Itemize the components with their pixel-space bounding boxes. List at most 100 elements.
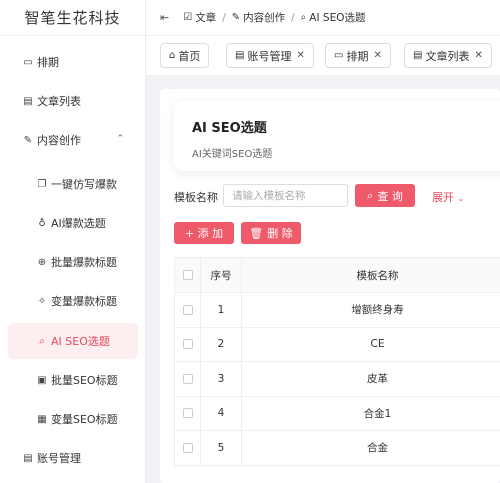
row-template-name: CE bbox=[241, 326, 500, 362]
chevron-up-icon: ⌃ bbox=[116, 134, 124, 144]
search-icon: ⌕ bbox=[39, 335, 45, 347]
sidebar-item-content-creation[interactable]: ✎ 内容创作 ⌃ bbox=[8, 122, 138, 158]
tabs-bar: ⌂ 首页 ▤ 账号管理 ✕ ▭ 排期 ✕ ▤ 文章列表 ✕ bbox=[146, 36, 500, 76]
edit-icon: ☑ bbox=[183, 12, 193, 23]
search-icon: ⌕ bbox=[300, 12, 307, 23]
top-header: ⇤ ☑ 文章 / ✎ 内容创作 / ⌕ AI SEO选题 bbox=[146, 0, 500, 36]
table-row[interactable]: 2 CE bbox=[174, 326, 500, 362]
sidebar-item-schedule[interactable]: ▭ 排期 bbox=[8, 44, 138, 80]
table-row[interactable]: 5 合金 bbox=[174, 430, 500, 466]
tab-home[interactable]: ⌂ 首页 bbox=[160, 43, 210, 68]
calendar-icon: ▭ bbox=[23, 56, 33, 68]
magic-icon: ✧ bbox=[37, 295, 47, 307]
row-checkbox[interactable] bbox=[182, 304, 193, 315]
sidebar-item-label: 批量爆款标题 bbox=[51, 256, 117, 269]
template-name-input[interactable] bbox=[223, 184, 348, 207]
sidebar-item-account-management[interactable]: ▤ 账号管理 bbox=[8, 440, 138, 476]
row-select-cell[interactable] bbox=[174, 395, 201, 431]
row-template-name: 合金 bbox=[241, 430, 500, 466]
home-icon: ⌂ bbox=[169, 50, 176, 61]
row-template-name: 增额终身寿 bbox=[241, 292, 500, 328]
breadcrumb: ☑ 文章 / ✎ 内容创作 / ⌕ AI SEO选题 bbox=[183, 10, 365, 25]
row-checkbox[interactable] bbox=[182, 408, 193, 419]
sidebar-item-label: 内容创作 bbox=[37, 134, 81, 147]
pen-icon: ✎ bbox=[231, 12, 241, 23]
sidebar: 智笔生花科技 ▭ 排期 ▤ 文章列表 ✎ 内容创作 ⌃ ❐ 一键仿写爆款 ♁ A… bbox=[0, 0, 146, 483]
plus-circle-icon: ⊕ bbox=[37, 256, 47, 268]
sidebar-item-label: 排期 bbox=[37, 56, 59, 69]
app-logo-title: 智笔生花科技 bbox=[0, 0, 145, 36]
row-checkbox[interactable] bbox=[182, 373, 193, 384]
row-index: 5 bbox=[200, 430, 242, 466]
copy-icon: ❐ bbox=[37, 178, 47, 190]
delete-button[interactable]: 🗑 删 除 bbox=[241, 222, 301, 244]
row-select-cell[interactable] bbox=[174, 326, 201, 362]
row-index: 3 bbox=[200, 361, 242, 397]
sidebar-item-label: 一键仿写爆款 bbox=[51, 178, 117, 191]
breadcrumb-separator: / bbox=[222, 11, 226, 24]
sidebar-item-label: AI SEO选题 bbox=[51, 335, 110, 348]
main-content: AI SEO选题 AI关键词SEO选题 模板名称 ⌕ 查 询 展开 ⌄ + 添 … bbox=[160, 89, 500, 483]
sidebar-item-variable-hit-title[interactable]: ✧ 变量爆款标题 bbox=[8, 283, 138, 319]
expand-label: 展开 bbox=[432, 191, 454, 204]
sidebar-item-variable-seo-title[interactable]: ▦ 变量SEO标题 bbox=[8, 401, 138, 437]
tab-account-management[interactable]: ▤ 账号管理 ✕ bbox=[226, 43, 314, 68]
close-icon[interactable]: ✕ bbox=[296, 50, 304, 61]
tab-label: 排期 bbox=[346, 49, 369, 63]
row-select-cell[interactable] bbox=[174, 430, 201, 466]
sidebar-item-label: 变量SEO标题 bbox=[51, 413, 118, 426]
close-icon[interactable]: ✕ bbox=[474, 50, 482, 61]
collapse-sidebar-icon[interactable]: ⇤ bbox=[160, 11, 169, 24]
chevron-down-icon: ⌄ bbox=[457, 194, 465, 203]
row-index: 4 bbox=[200, 395, 242, 431]
delete-button-label: 删 除 bbox=[267, 227, 293, 240]
sidebar-item-copy-hit[interactable]: ❐ 一键仿写爆款 bbox=[8, 166, 138, 202]
column-header-template-name: 模板名称 bbox=[241, 257, 500, 293]
select-all-cell[interactable] bbox=[174, 257, 201, 293]
trash-icon: 🗑 bbox=[249, 226, 264, 240]
page-title: AI SEO选题 bbox=[192, 121, 267, 136]
expand-toggle[interactable]: 展开 ⌄ bbox=[432, 189, 464, 205]
table-row[interactable]: 3 皮革 bbox=[174, 361, 500, 397]
row-select-cell[interactable] bbox=[174, 361, 201, 397]
sidebar-item-article-list[interactable]: ▤ 文章列表 bbox=[8, 83, 138, 119]
breadcrumb-item[interactable]: 内容创作 bbox=[243, 10, 285, 25]
sidebar-item-batch-hit-title[interactable]: ⊕ 批量爆款标题 bbox=[8, 244, 138, 280]
sidebar-item-ai-seo-topic[interactable]: ⌕ AI SEO选题 bbox=[8, 323, 138, 359]
page-subtitle: AI关键词SEO选题 bbox=[192, 149, 273, 160]
row-index: 2 bbox=[200, 326, 242, 362]
select-all-checkbox[interactable] bbox=[182, 270, 193, 280]
breadcrumb-item[interactable]: 文章 bbox=[195, 10, 216, 25]
sidebar-item-label: 文章列表 bbox=[37, 95, 81, 108]
table-row[interactable]: 1 增额终身寿 bbox=[174, 292, 500, 328]
add-button-label: + 添 加 bbox=[184, 227, 224, 240]
row-checkbox[interactable] bbox=[182, 339, 193, 350]
lightbulb-icon: ♁ bbox=[38, 217, 46, 229]
query-button-label: 查 询 bbox=[377, 189, 403, 203]
tab-article-list[interactable]: ▤ 文章列表 ✕ bbox=[404, 43, 492, 68]
calendar-icon: ▭ bbox=[334, 50, 344, 61]
document-icon: ▤ bbox=[413, 50, 423, 61]
row-checkbox[interactable] bbox=[182, 442, 193, 453]
search-label: 模板名称 bbox=[174, 191, 218, 204]
sidebar-item-label: 账号管理 bbox=[37, 452, 81, 465]
tab-label: 账号管理 bbox=[247, 49, 292, 63]
tab-schedule[interactable]: ▭ 排期 ✕ bbox=[325, 43, 391, 68]
tab-label: 首页 bbox=[178, 49, 201, 63]
query-button[interactable]: ⌕ 查 询 bbox=[355, 184, 415, 207]
close-icon[interactable]: ✕ bbox=[373, 50, 381, 61]
row-select-cell[interactable] bbox=[174, 292, 201, 328]
breadcrumb-separator: / bbox=[291, 11, 295, 24]
account-icon: ▤ bbox=[23, 452, 33, 464]
sidebar-item-label: 变量爆款标题 bbox=[51, 295, 117, 308]
column-header-index: 序号 bbox=[200, 257, 242, 293]
page-intro-card: AI SEO选题 AI关键词SEO选题 bbox=[174, 101, 500, 171]
sidebar-item-ai-hit-topic[interactable]: ♁ AI爆款选题 bbox=[8, 205, 138, 241]
account-icon: ▤ bbox=[235, 50, 245, 61]
sidebar-item-label: 批量SEO标题 bbox=[51, 374, 118, 387]
add-button[interactable]: + 添 加 bbox=[174, 222, 234, 244]
sidebar-item-label: AI爆款选题 bbox=[51, 217, 106, 230]
sidebar-item-batch-seo-title[interactable]: ▣ 批量SEO标题 bbox=[8, 362, 138, 398]
table-row[interactable]: 4 合金1 bbox=[174, 395, 500, 431]
table-header-row: 序号 模板名称 bbox=[174, 257, 500, 293]
